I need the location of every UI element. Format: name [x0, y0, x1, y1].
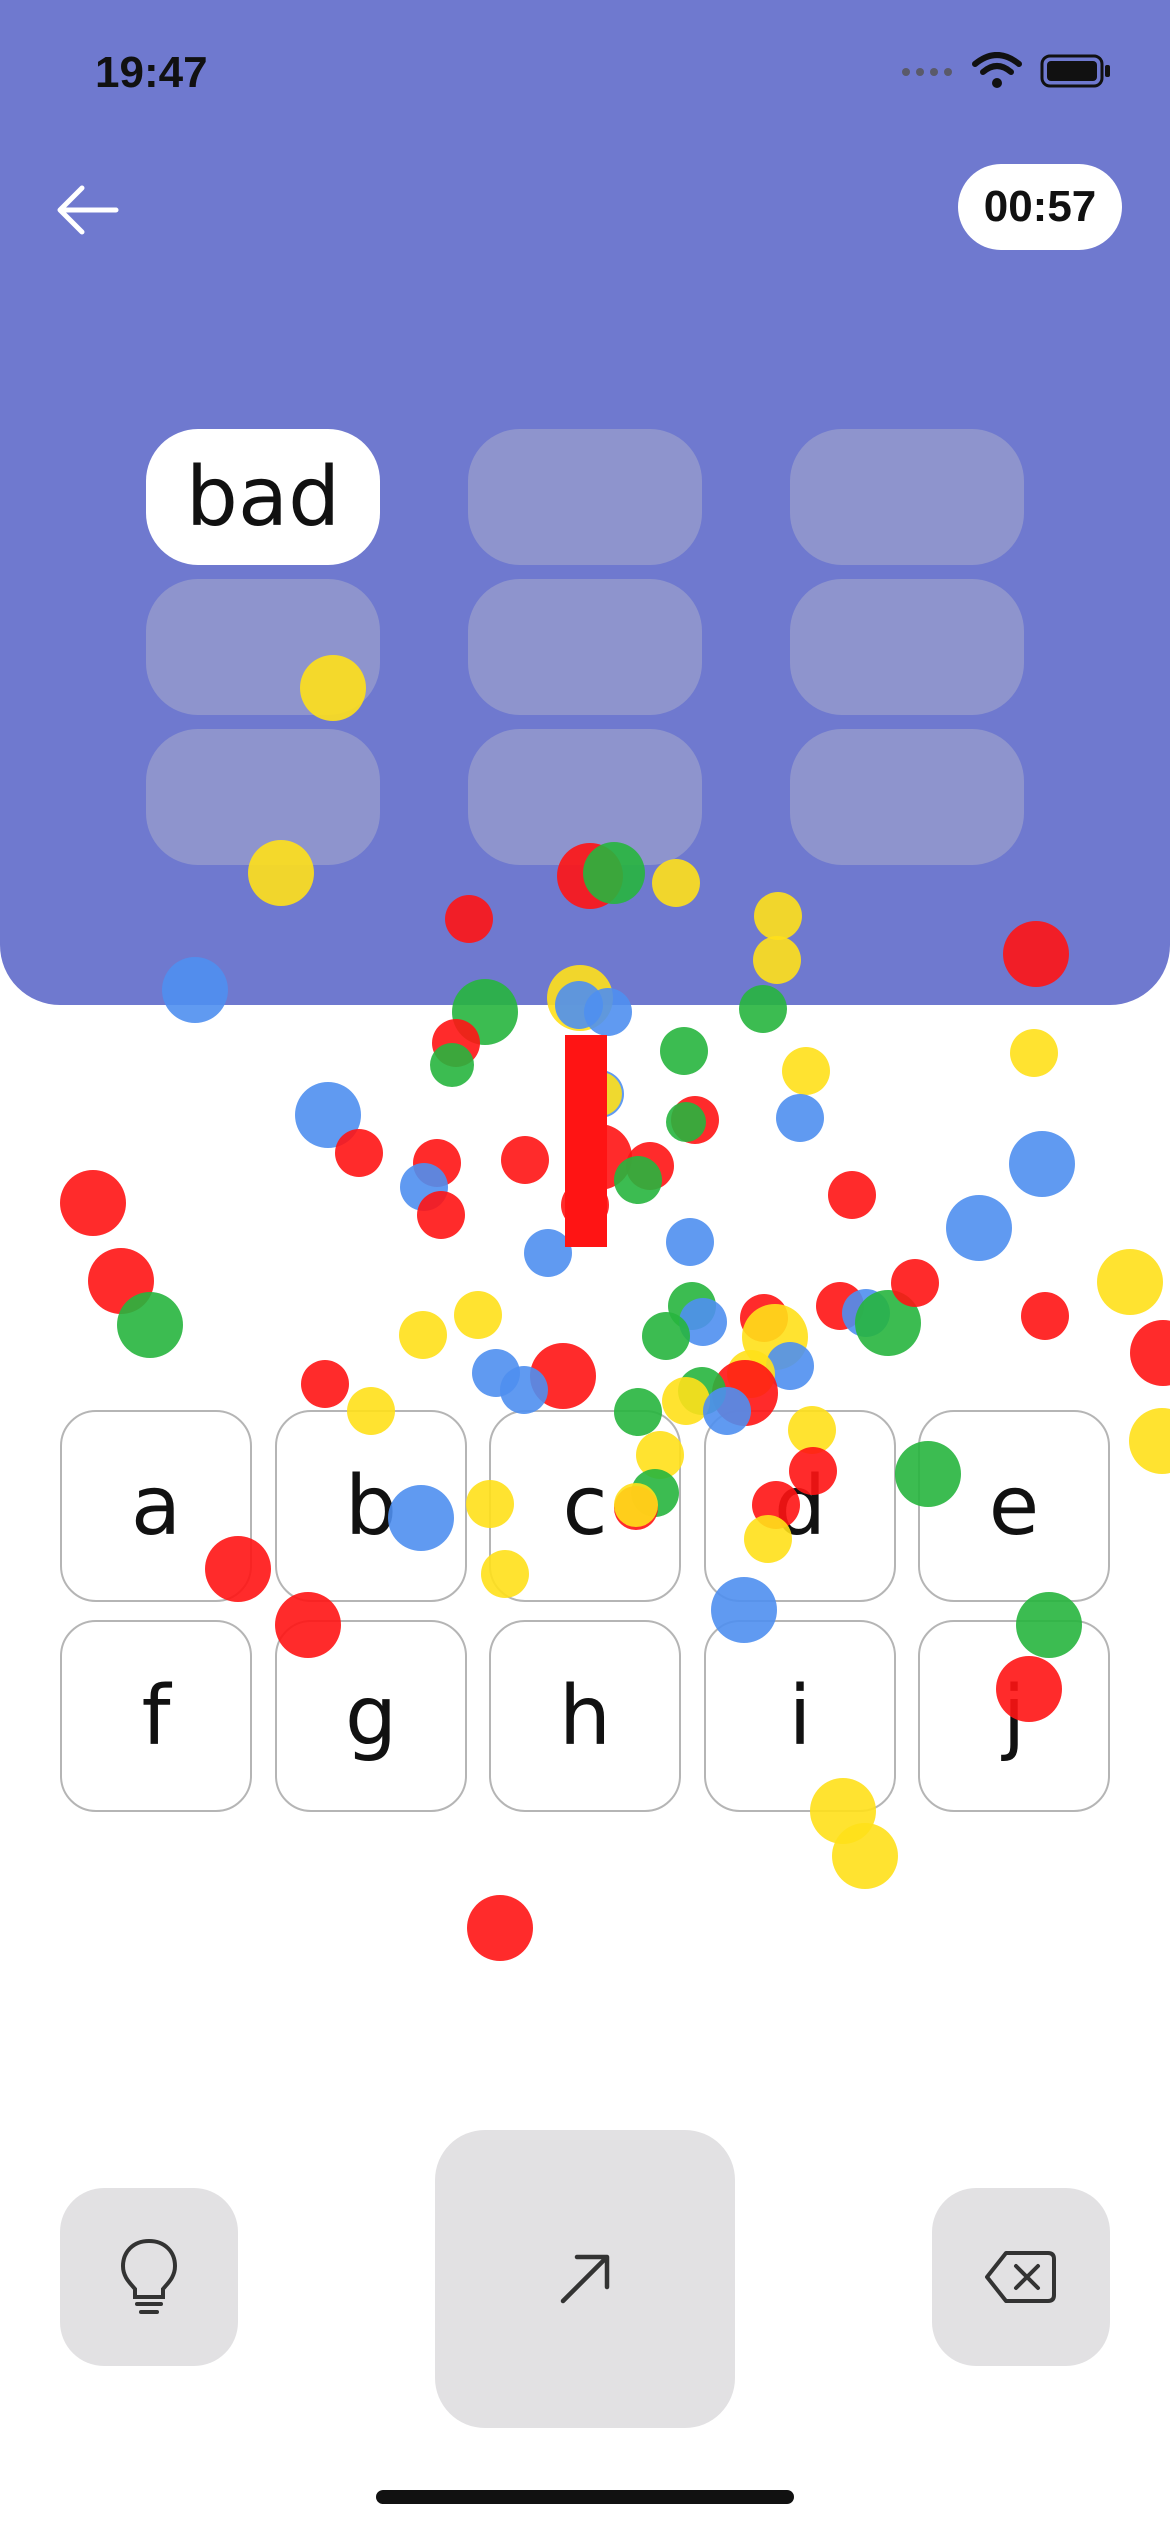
confetti-dot	[301, 1360, 349, 1408]
confetti-dot	[832, 1823, 898, 1889]
confetti-dot	[816, 1282, 864, 1330]
word-slot	[790, 729, 1024, 865]
confetti-dot	[1009, 1131, 1075, 1197]
letter-key-d[interactable]: d	[704, 1410, 896, 1602]
battery-icon	[1040, 53, 1112, 93]
confetti-dot	[432, 1019, 480, 1067]
confetti-dot	[891, 1259, 939, 1307]
confetti-dot	[1129, 1408, 1170, 1474]
confetti-dot	[740, 1294, 788, 1342]
confetti-dot	[679, 1298, 727, 1346]
confetti-dot	[500, 1366, 548, 1414]
wifi-icon	[972, 52, 1022, 94]
confetti-dot	[766, 1342, 814, 1390]
confetti-dot	[566, 1124, 632, 1190]
word-slot	[146, 729, 380, 865]
letter-key-c[interactable]: c	[489, 1410, 681, 1602]
confetti-dot	[430, 1043, 474, 1087]
confetti-dot	[1130, 1320, 1170, 1386]
letter-key-h[interactable]: h	[489, 1620, 681, 1812]
lightbulb-icon	[120, 2238, 178, 2314]
status-time: 19:47	[95, 48, 208, 97]
confetti-dot	[727, 1350, 775, 1398]
letter-key-b[interactable]: b	[275, 1410, 467, 1602]
confetti-dot	[454, 1291, 502, 1339]
confetti-dot	[467, 1895, 533, 1961]
confetti-streamer	[565, 1035, 607, 1247]
confetti-dot	[828, 1171, 876, 1219]
word-slot	[468, 429, 702, 565]
confetti-dot	[671, 1096, 719, 1144]
confetti-dot	[1010, 1029, 1058, 1077]
letter-key-a[interactable]: a	[60, 1410, 252, 1602]
confetti-dot	[842, 1289, 890, 1337]
word-slot	[468, 729, 702, 865]
confetti-dot	[660, 1027, 708, 1075]
confetti-dot	[295, 1082, 361, 1148]
confetti-dot	[578, 1072, 622, 1116]
backspace-icon	[985, 2251, 1056, 2303]
confetti-dot	[668, 1282, 716, 1330]
confetti-dot	[666, 1218, 714, 1266]
confetti-dot	[472, 1349, 520, 1397]
word-slot	[468, 579, 702, 715]
confetti-dot	[417, 1191, 465, 1239]
word-slot	[146, 579, 380, 715]
confetti-dot	[666, 1102, 706, 1142]
confetti-dot	[855, 1290, 921, 1356]
confetti-dot	[530, 1343, 596, 1409]
confetti-dot	[946, 1195, 1012, 1261]
confetti-dot	[88, 1248, 154, 1314]
confetti-dot	[642, 1312, 690, 1360]
timer-badge: 00:57	[958, 164, 1122, 250]
letter-key-e[interactable]: e	[918, 1410, 1110, 1602]
signal-icon	[900, 64, 954, 83]
back-button[interactable]	[52, 180, 122, 240]
confetti-dot	[576, 1070, 624, 1118]
confetti-dot	[614, 1156, 662, 1204]
confetti-dot	[626, 1142, 674, 1190]
confetti-dot	[399, 1311, 447, 1359]
confetti-dot	[524, 1229, 572, 1277]
letter-key-g[interactable]: g	[275, 1620, 467, 1812]
arrow-up-right-icon	[560, 2254, 610, 2304]
header-panel: 19:47 00:57 bad	[0, 0, 1170, 1005]
hint-button[interactable]	[60, 2188, 238, 2366]
delete-button[interactable]	[932, 2188, 1110, 2366]
submit-word-button[interactable]	[435, 2130, 735, 2428]
word-slot	[790, 429, 1024, 565]
confetti-dot	[561, 1181, 609, 1229]
word-slot	[790, 579, 1024, 715]
confetti-dot	[413, 1139, 461, 1187]
confetti-dot	[400, 1163, 448, 1211]
confetti-dot	[662, 1377, 710, 1425]
letter-key-i[interactable]: i	[704, 1620, 896, 1812]
status-icons	[900, 52, 1112, 94]
confetti-dot	[1021, 1292, 1069, 1340]
confetti-dot	[782, 1047, 830, 1095]
arrow-left-icon	[57, 185, 119, 235]
letter-key-f[interactable]: f	[60, 1620, 252, 1812]
confetti-dot	[678, 1367, 726, 1415]
confetti-dot	[1097, 1249, 1163, 1315]
confetti-dot	[117, 1292, 183, 1358]
confetti-dot	[60, 1170, 126, 1236]
home-indicator	[376, 2490, 794, 2504]
word-slot: bad	[146, 429, 380, 565]
confetti-dot	[742, 1304, 808, 1370]
confetti-dot	[335, 1129, 383, 1177]
letter-key-j[interactable]: j	[918, 1620, 1110, 1812]
confetti-dot	[776, 1094, 824, 1142]
confetti-dot	[501, 1136, 549, 1184]
